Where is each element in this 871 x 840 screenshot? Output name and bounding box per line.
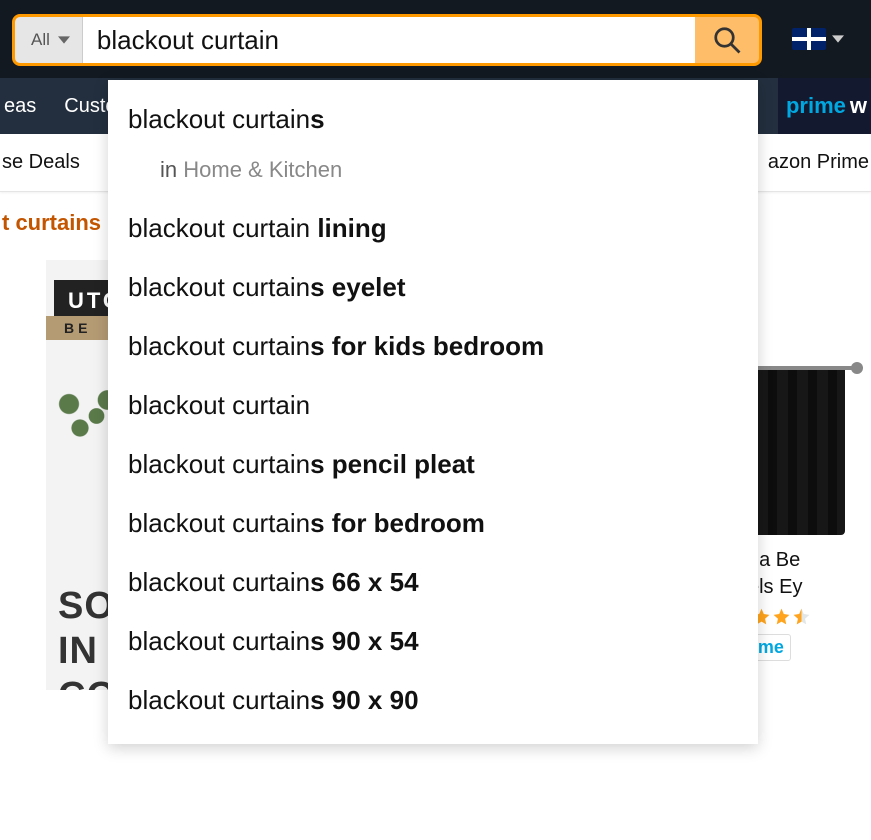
suggestion-item[interactable]: blackout curtains for kids bedroom	[108, 317, 758, 376]
suggestion-item[interactable]: blackout curtains pencil pleat	[108, 435, 758, 494]
prime-week-banner[interactable]: prime w	[778, 78, 871, 134]
suggestion-item[interactable]: blackout curtains	[108, 90, 758, 149]
suggestion-item[interactable]: blackout curtains for bedroom	[108, 494, 758, 553]
search-suggestions-dropdown: blackout curtains in Home & Kitchen blac…	[108, 80, 758, 744]
search-category-label: All	[31, 30, 50, 50]
suggestion-item[interactable]: blackout curtains 90 x 90	[108, 671, 758, 730]
uk-flag-icon	[792, 28, 826, 50]
star-half-icon	[792, 607, 811, 626]
search-category-dropdown[interactable]: All	[15, 17, 83, 63]
search-bar: All	[12, 14, 762, 66]
locale-selector[interactable]	[792, 28, 844, 50]
brand-logo-sub: BE	[46, 316, 109, 340]
suggestion-item[interactable]: blackout curtain lining	[108, 199, 758, 258]
prime-week-text: w	[850, 93, 867, 119]
tab-deals[interactable]: se Deals	[2, 151, 80, 174]
suggestion-department[interactable]: in Home & Kitchen	[108, 149, 758, 199]
search-button[interactable]	[695, 17, 759, 63]
suggestion-item[interactable]: blackout curtains 66 x 54	[108, 553, 758, 612]
nav-link[interactable]: eas	[4, 95, 36, 118]
star-icon	[772, 607, 791, 626]
prime-logo-text: prime	[786, 93, 846, 119]
suggestion-item[interactable]: blackout curtains 90 x 54	[108, 612, 758, 671]
suggestion-item[interactable]: blackout curtain	[108, 376, 758, 435]
search-icon	[712, 25, 742, 55]
search-input[interactable]	[83, 17, 695, 63]
caret-down-icon	[832, 33, 844, 45]
tab-prime[interactable]: azon Prime	[768, 151, 869, 174]
suggestion-item[interactable]: blackout curtains eyelet	[108, 258, 758, 317]
caret-down-icon	[58, 34, 70, 46]
